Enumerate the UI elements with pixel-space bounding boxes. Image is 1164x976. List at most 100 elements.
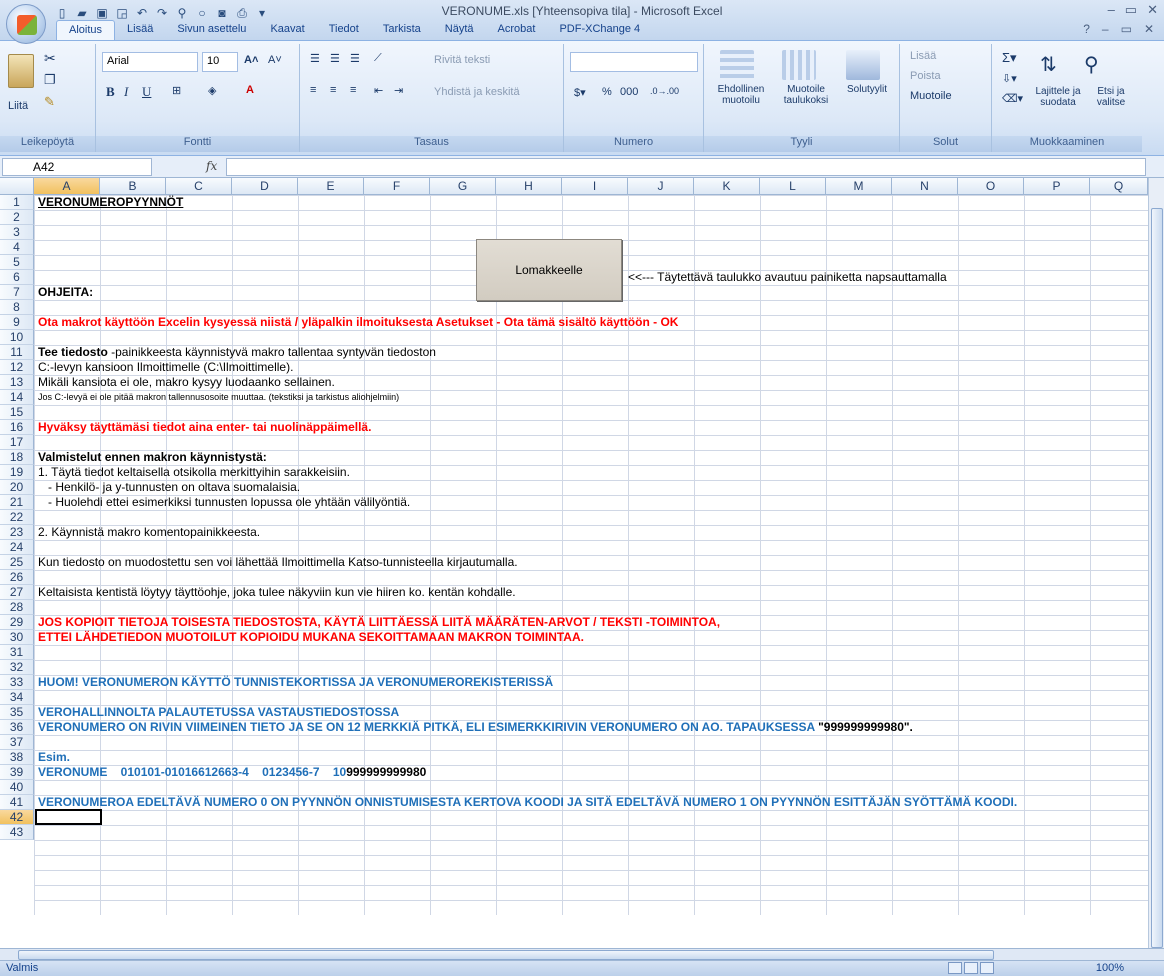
cell-a16[interactable]: Hyväksy täyttämäsi tiedot aina enter- ta… [38,420,371,435]
format-table-button[interactable]: Muotoile taulukoksi [774,84,838,106]
cut-icon[interactable]: ✂ [44,50,56,67]
fill-color-icon[interactable]: ◈ [208,84,216,97]
tab-pdf-xchange[interactable]: PDF-XChange 4 [547,20,652,40]
cell-a18[interactable]: Valmistelut ennen makron käynnistystä: [38,450,267,465]
cell-a27[interactable]: Keltaisista kentistä löytyy täyttöohje, … [38,585,516,600]
tab-aloitus[interactable]: Aloitus [56,20,116,40]
orientation-icon[interactable]: ⟋ [374,52,382,65]
row-header-31[interactable]: 31 [0,645,34,660]
conditional-format-button[interactable]: Ehdollinen muotoilu [708,84,774,106]
cell-a1[interactable]: VERONUMEROPYYNNÖT [38,195,183,210]
merge-center-button[interactable]: Yhdistä ja keskitä [434,86,520,98]
sort-filter-button[interactable]: Lajittele ja suodata [1032,86,1084,108]
row-header-11[interactable]: 11 [0,345,34,360]
column-header-k[interactable]: K [694,178,760,195]
function-icon[interactable]: fx [206,159,217,173]
normal-view-icon[interactable] [948,962,962,974]
column-header-f[interactable]: F [364,178,430,195]
horizontal-scrollbar[interactable] [0,948,1164,960]
align-right-icon[interactable]: ≡ [350,84,356,96]
cell-styles-icon[interactable] [846,50,880,80]
thousands-button[interactable]: 000 [620,86,638,98]
column-header-m[interactable]: M [826,178,892,195]
row-header-41[interactable]: 41 [0,795,34,810]
row-header-8[interactable]: 8 [0,300,34,315]
row-header-1[interactable]: 1 [0,195,34,210]
find-select-button[interactable]: Etsi ja valitse [1086,86,1136,108]
row-header-7[interactable]: 7 [0,285,34,300]
increase-indent-icon[interactable]: ⇥ [394,84,403,97]
active-cell-a42[interactable] [35,809,102,825]
italic-button[interactable]: I [124,84,128,100]
align-top-icon[interactable]: ☰ [310,52,320,65]
format-painter-icon[interactable]: ✎ [44,94,55,110]
shrink-font-icon[interactable]: A˅ [268,54,282,66]
conditional-format-icon[interactable] [720,50,754,80]
cell-a21[interactable]: - Huolehdi ettei esimerkiksi tunnusten l… [38,495,410,510]
page-layout-view-icon[interactable] [964,962,978,974]
autosum-icon[interactable]: Σ▾ [1002,50,1017,66]
bold-button[interactable]: B [106,84,115,100]
row-header-33[interactable]: 33 [0,675,34,690]
cell-a11[interactable]: Tee tiedosto -painikkeesta käynnistyvä m… [38,345,436,360]
paste-button[interactable]: Liitä [8,100,28,112]
column-header-i[interactable]: I [562,178,628,195]
column-header-l[interactable]: L [760,178,826,195]
format-cells-button[interactable]: Muotoile [910,90,952,102]
office-button[interactable] [6,4,46,44]
increase-decimal-icon[interactable]: .0→.00 [650,86,679,96]
copy-icon[interactable]: ❐ [44,72,56,88]
row-header-14[interactable]: 14 [0,390,34,405]
row-header-28[interactable]: 28 [0,600,34,615]
wrap-text-button[interactable]: Rivitä teksti [434,54,490,66]
row-header-29[interactable]: 29 [0,615,34,630]
row-header-17[interactable]: 17 [0,435,34,450]
cell-a20[interactable]: - Henkilö- ja y-tunnusten on oltava suom… [38,480,300,495]
row-header-18[interactable]: 18 [0,450,34,465]
row-header-21[interactable]: 21 [0,495,34,510]
workbook-restore-button[interactable]: ▭ [1121,22,1132,36]
cell-a13[interactable]: Mikäli kansiota ei ole, makro kysyy luod… [38,375,335,390]
row-header-15[interactable]: 15 [0,405,34,420]
row-header-36[interactable]: 36 [0,720,34,735]
row-header-4[interactable]: 4 [0,240,34,255]
column-header-g[interactable]: G [430,178,496,195]
currency-icon[interactable]: $▾ [574,86,586,99]
cell-a19[interactable]: 1. Täytä tiedot keltaisella otsikolla me… [38,465,350,480]
worksheet-grid[interactable]: ABCDEFGHIJKLMNOPQ 1 2 3 4 5 6 7 8 9 10 11 12 13 14 15 1… [0,178,1164,948]
row-header-22[interactable]: 22 [0,510,34,525]
row-header-32[interactable]: 32 [0,660,34,675]
column-header-c[interactable]: C [166,178,232,195]
select-all-corner[interactable] [0,178,34,195]
cell-a30[interactable]: ETTEI LÄHDETIEDON MUOTOILUT KOPIOIDU MUK… [38,630,584,645]
row-header-16[interactable]: 16 [0,420,34,435]
delete-cells-button[interactable]: Poista [910,70,941,82]
grow-font-icon[interactable]: A˄ [244,54,258,66]
number-format-select[interactable] [570,52,698,72]
lomakkeelle-button[interactable]: Lomakkeelle [476,239,622,301]
row-header-27[interactable]: 27 [0,585,34,600]
column-header-p[interactable]: P [1024,178,1090,195]
row-header-43[interactable]: 43 [0,825,34,840]
tab-nayta[interactable]: Näytä [433,20,486,40]
cell-a36[interactable]: VERONUMERO ON RIVIN VIIMEINEN TIETO JA S… [38,720,913,735]
workbook-close-button[interactable]: ✕ [1144,22,1154,36]
cell-a38[interactable]: Esim. [38,750,70,765]
row-header-37[interactable]: 37 [0,735,34,750]
cell-a7[interactable]: OHJEITA: [38,285,93,300]
row-header-12[interactable]: 12 [0,360,34,375]
cell-a41[interactable]: VERONUMEROA EDELTÄVÄ NUMERO 0 ON PYYNNÖN… [38,795,1017,810]
row-header-26[interactable]: 26 [0,570,34,585]
cell-a23[interactable]: 2. Käynnistä makro komentopainikkeesta. [38,525,260,540]
cell-a35[interactable]: VEROHALLINNOLTA PALAUTETUSSA VASTAUSTIED… [38,705,399,720]
cell-a9[interactable]: Ota makrot käyttöön Excelin kysyessä nii… [38,315,678,330]
row-header-34[interactable]: 34 [0,690,34,705]
row-header-20[interactable]: 20 [0,480,34,495]
column-header-n[interactable]: N [892,178,958,195]
row-header-25[interactable]: 25 [0,555,34,570]
help-icon[interactable]: ? [1083,22,1090,36]
workbook-minimize-button[interactable]: – [1102,22,1109,36]
find-icon[interactable]: ⚲ [1084,52,1099,77]
tab-tiedot[interactable]: Tiedot [317,20,371,40]
close-button[interactable]: ✕ [1147,2,1158,18]
